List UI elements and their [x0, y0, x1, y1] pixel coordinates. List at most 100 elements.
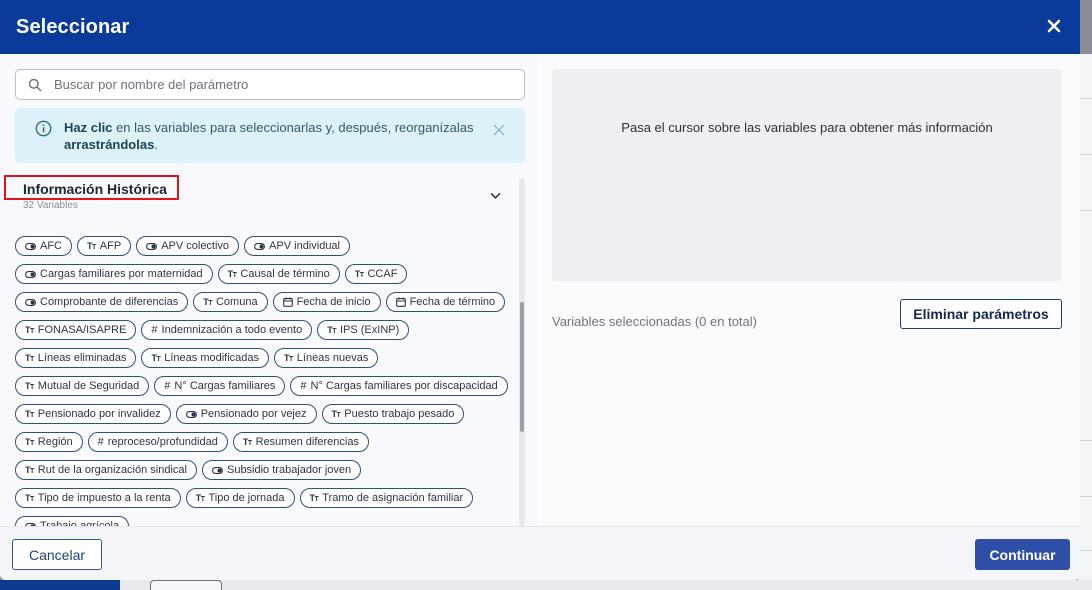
info-bold-start: Haz clic [64, 120, 113, 135]
chip-row: TT Líneas eliminadas TT Líneas modificadas T… [15, 348, 520, 368]
background-content [120, 580, 1092, 590]
cancel-button[interactable]: Cancelar [12, 539, 102, 570]
text-type-icon: TT [327, 325, 336, 335]
text-type-icon: TT [331, 409, 341, 419]
variable-chip[interactable]: TT AFP [77, 236, 132, 256]
variable-chip-label: Comprobante de diferencias [40, 296, 179, 308]
variable-chip[interactable]: TT Región [15, 432, 83, 452]
text-type-icon: TT [195, 493, 205, 503]
variable-chip[interactable]: TT Líneas nuevas [274, 348, 379, 368]
variable-chip-label: Mutual de Seguridad [37, 380, 140, 392]
text-type-icon: TT [309, 493, 319, 503]
variable-info-area: Pasa el cursor sobre las variables para … [552, 69, 1062, 281]
continue-button[interactable]: Continuar [975, 539, 1070, 570]
variable-chip[interactable]: Subsidio trabajador joven [201, 460, 362, 480]
info-banner: Haz clic en las variables para seleccion… [15, 108, 525, 163]
variable-chip[interactable]: APV colectivo [136, 236, 240, 256]
selection-panel: Pasa el cursor sobre las variables para … [538, 54, 1080, 526]
delete-parameters-button[interactable]: Eliminar parámetros [900, 299, 1062, 329]
variable-chip[interactable]: # Indemnización a todo evento [141, 320, 313, 340]
variable-chip-label: Comuna [215, 296, 258, 308]
variable-chip[interactable]: TT FONASA/ISAPRE [15, 320, 137, 340]
variable-chip[interactable]: TT Tramo de asignación familiar [299, 488, 474, 508]
chevron-down-icon[interactable] [490, 192, 501, 200]
variable-chip-label: Tipo de jornada [208, 492, 285, 504]
variable-chip[interactable]: TT Causal de término [217, 264, 340, 284]
variable-chip[interactable]: TT Tipo de jornada [185, 488, 295, 508]
variable-chip-label: IPS (ExINP) [339, 324, 400, 336]
variable-chip[interactable]: # N° Cargas familiares [154, 376, 286, 396]
variable-chip[interactable]: TT Puesto trabajo pesado [321, 404, 465, 424]
hash-icon: # [164, 380, 171, 392]
toggle-icon [25, 270, 36, 278]
variable-chip[interactable]: TT IPS (ExINP) [317, 320, 410, 340]
chip-row: TT Mutual de Seguridad # N° Cargas familiar… [15, 376, 520, 396]
search-input[interactable] [54, 77, 494, 92]
variable-chip[interactable]: TT Líneas modificadas [141, 348, 270, 368]
variable-chip[interactable]: # N° Cargas familiares por discapacidad [290, 376, 508, 396]
text-type-icon: TT [25, 465, 34, 475]
variable-chip-label: Rut de la organización sindical [37, 464, 187, 476]
text-type-icon: TT [25, 353, 34, 363]
variable-chip[interactable]: Cargas familiares por maternidad [15, 264, 213, 284]
variable-chip[interactable]: Trabajo agrícola [15, 516, 130, 526]
variable-chip[interactable]: Fecha de inicio [272, 292, 381, 312]
scrollbar-thumb[interactable] [520, 302, 524, 432]
text-type-icon: TT [25, 381, 34, 391]
hash-icon: # [300, 380, 307, 392]
variable-chip-label: Pensionado por invalidez [37, 408, 161, 420]
toggle-icon [146, 242, 158, 250]
variable-chip-label: Resumen diferencias [255, 436, 359, 448]
variable-chip-label: Pensionado por vejez [200, 408, 307, 420]
background-page-edge [1078, 54, 1092, 590]
variable-chip[interactable]: Fecha de término [385, 292, 506, 312]
variable-chip-label: Líneas eliminadas [37, 352, 127, 364]
chip-row: Trabajo agrícola [15, 516, 520, 526]
modal-title: Seleccionar [16, 15, 130, 38]
variable-chip-label: Región [37, 436, 73, 448]
text-type-icon: TT [25, 325, 34, 335]
variable-chip[interactable]: TT Líneas eliminadas [15, 348, 137, 368]
modal-footer: Cancelar Continuar [0, 526, 1080, 580]
toggle-icon [25, 298, 36, 306]
variable-chip[interactable]: TT Mutual de Seguridad [15, 376, 150, 396]
text-type-icon: TT [87, 241, 96, 251]
variable-chip[interactable]: TT CCAF [344, 264, 408, 284]
dismiss-info-icon[interactable] [493, 124, 505, 136]
toggle-icon [254, 242, 266, 250]
variable-chip-label: Indemnización a todo evento [161, 324, 303, 336]
variables-scrollbar[interactable] [519, 178, 525, 526]
variable-chip[interactable]: AFC [15, 236, 72, 256]
background-button [150, 580, 222, 590]
variable-chip-label: AFC [40, 240, 62, 252]
variable-chip[interactable]: Pensionado por vejez [175, 404, 317, 424]
variable-chip[interactable]: TT Pensionado por invalidez [15, 404, 171, 424]
variable-chip-label: N° Cargas familiares [174, 380, 276, 392]
variable-chip-label: AFP [99, 240, 122, 252]
variable-chip[interactable]: TT Rut de la organización sindical [15, 460, 197, 480]
variable-chip-list: AFC TT AFP APV colectivo APV individual Carga… [15, 236, 520, 526]
close-button[interactable] [1042, 14, 1066, 38]
text-type-icon: TT [203, 297, 212, 307]
info-bold-end: arrastrándolas [64, 137, 155, 152]
variable-chip-label: Líneas nuevas [296, 352, 369, 364]
group-header[interactable]: Información Histórica 32 Variables [4, 175, 510, 215]
variable-chip-label: Subsidio trabajador joven [226, 464, 352, 476]
variable-chip[interactable]: TT Comuna [193, 292, 268, 312]
chip-row: Cargas familiares por maternidad TT Causal… [15, 264, 520, 284]
variable-chip[interactable]: Comprobante de diferencias [15, 292, 189, 312]
select-variables-modal: Seleccionar Haz clic en las variables pa… [0, 0, 1080, 580]
search-box [15, 69, 525, 100]
variable-chip[interactable]: APV individual [244, 236, 350, 256]
calendar-icon [395, 297, 406, 307]
selected-count: Variables seleccionadas (0 en total) [552, 314, 757, 329]
toggle-icon [212, 466, 223, 474]
variable-chip[interactable]: TT Resumen diferencias [232, 432, 369, 452]
variable-chip-label: N° Cargas familiares por discapacidad [310, 380, 498, 392]
variable-chip-label: FONASA/ISAPRE [37, 324, 127, 336]
variable-chip[interactable]: TT Tipo de impuesto a la renta [15, 488, 181, 508]
variables-panel: Haz clic en las variables para seleccion… [0, 54, 538, 526]
variable-chip[interactable]: # reproceso/profundidad [87, 432, 228, 452]
chip-row: TT Región # reproceso/profundidad TT Resumen … [15, 432, 520, 452]
chip-row: Comprobante de diferencias TT Comuna Fecha … [15, 292, 520, 312]
